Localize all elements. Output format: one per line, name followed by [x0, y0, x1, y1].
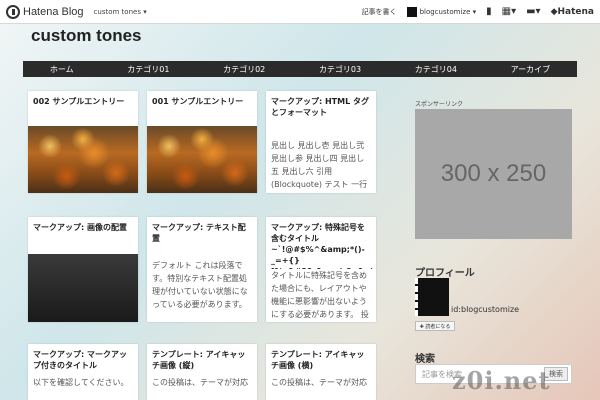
- entry-thumbnail[interactable]: [147, 126, 257, 193]
- user-menu[interactable]: blogcustomize ▾: [406, 6, 477, 17]
- sponsor-label: スポンサーリンク: [415, 101, 464, 108]
- entry-title[interactable]: マークアップ: 画像の配置: [28, 217, 138, 233]
- hatena-blog-logo[interactable]: Hatena Blog: [6, 4, 84, 19]
- entry-thumbnail[interactable]: [28, 254, 138, 322]
- entry-title[interactable]: テンプレート: アイキャッチ画像 (横): [266, 344, 376, 372]
- nav-item-category02[interactable]: カテゴリ02: [223, 64, 265, 75]
- logo-text: Hatena Blog: [23, 5, 84, 18]
- profile-heading: プロフィール: [415, 268, 475, 279]
- user-avatar-icon: [406, 6, 417, 17]
- entry-excerpt: 見出し 見出し壱 見出し弐 見出し参 見出し四 見出し五 見出し六 引用 (Bl…: [271, 141, 368, 189]
- chat-icon[interactable]: ▬▾: [526, 6, 540, 17]
- entry-title[interactable]: 002 サンプルエントリー: [28, 91, 138, 107]
- hatena-logo-icon: [6, 4, 20, 19]
- entry-card[interactable]: マークアップ: 画像の配置: [28, 217, 138, 322]
- blog-title[interactable]: custom tones: [31, 26, 142, 46]
- entry-card[interactable]: 001 サンプルエントリー: [147, 91, 257, 193]
- entry-card[interactable]: マークアップ: マークアップ付きのタイトル 以下を確認してください。: [28, 344, 138, 400]
- ad-placeholder[interactable]: 300 x 250: [415, 109, 572, 239]
- nav-item-category04[interactable]: カテゴリ04: [415, 64, 457, 75]
- profile-id[interactable]: id:blogcustomize: [451, 305, 519, 314]
- nav-item-category01[interactable]: カテゴリ01: [127, 64, 169, 75]
- apps-grid-icon[interactable]: ▦▾: [502, 6, 516, 17]
- entry-title[interactable]: マークアップ: HTML タグとフォーマット: [266, 91, 376, 139]
- entry-card[interactable]: 002 サンプルエントリー: [28, 91, 138, 193]
- entry-title[interactable]: マークアップ: 特殊記号を含むタイトル ~`!@#$%^&amp;*()-_=+…: [266, 217, 376, 269]
- entry-title[interactable]: 001 サンプルエントリー: [147, 91, 257, 107]
- search-heading: 検索: [415, 354, 435, 365]
- hatena-topbar: Hatena Blog custom tones ▾ 記事を書く blogcus…: [0, 0, 600, 24]
- hatena-brand-link[interactable]: ◆Hatena: [551, 7, 594, 17]
- write-post-link[interactable]: 記事を書く: [362, 7, 397, 17]
- entry-card[interactable]: テンプレート: アイキャッチ画像 (横) この投稿は、テーマが対応: [266, 344, 376, 400]
- user-name: blogcustomize ▾: [419, 7, 477, 16]
- bookmark-icon[interactable]: ▮: [486, 6, 492, 17]
- entry-excerpt: タイトルに特殊記号を含めた場合にも、レイアウトや機能に悪影響が出ないようにする必…: [271, 271, 369, 319]
- entry-excerpt: この投稿は、テーマが対応: [271, 378, 367, 387]
- entry-excerpt: この投稿は、テーマが対応: [152, 378, 248, 387]
- blog-switcher[interactable]: custom tones ▾: [94, 8, 147, 16]
- profile-avatar[interactable]: [415, 278, 449, 316]
- subscribe-button[interactable]: ✚ 読者になる: [415, 321, 455, 331]
- entry-excerpt: 以下を確認してください。: [33, 378, 129, 387]
- topbar-actions: 記事を書く blogcustomize ▾ ▮ ▦▾ ▬▾ ◆Hatena: [362, 6, 594, 17]
- ad-size-text: 300 x 250: [440, 160, 547, 187]
- entry-card[interactable]: マークアップ: テキスト配置 デフォルト これは段落です。特別なテキスト配置処理…: [147, 217, 257, 322]
- entry-card[interactable]: マークアップ: HTML タグとフォーマット 見出し 見出し壱 見出し弐 見出し…: [266, 91, 376, 193]
- global-nav: ホーム カテゴリ01 カテゴリ02 カテゴリ03 カテゴリ04 アーカイブ: [23, 61, 577, 77]
- watermark: z0i.net: [452, 366, 551, 395]
- entry-card[interactable]: テンプレート: アイキャッチ画像 (縦) この投稿は、テーマが対応: [147, 344, 257, 400]
- nav-item-archive[interactable]: アーカイブ: [511, 64, 551, 75]
- entry-title[interactable]: マークアップ: マークアップ付きのタイトル: [28, 344, 138, 372]
- entry-card[interactable]: マークアップ: 特殊記号を含むタイトル ~`!@#$%^&amp;*()-_=+…: [266, 217, 376, 322]
- entry-excerpt: デフォルト これは段落です。特別なテキスト配置処理が付いていない状態になっている…: [152, 261, 248, 309]
- nav-item-category03[interactable]: カテゴリ03: [319, 64, 361, 75]
- entry-title[interactable]: テンプレート: アイキャッチ画像 (縦): [147, 344, 257, 372]
- entry-title[interactable]: マークアップ: テキスト配置: [147, 217, 257, 259]
- nav-item-home[interactable]: ホーム: [50, 64, 74, 75]
- entry-thumbnail[interactable]: [28, 126, 138, 193]
